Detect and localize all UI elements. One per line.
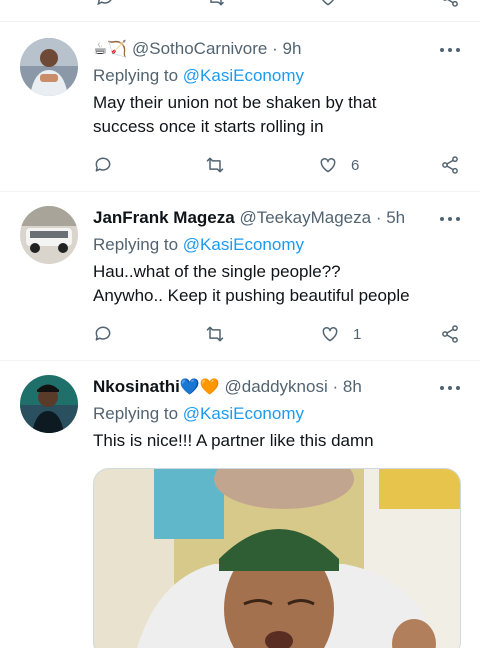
reply-icon[interactable] [95,0,115,13]
heart-icon [322,326,338,342]
separator: · [272,39,278,58]
tweet-text-line: This is nice!!! A partner like this damn [93,431,374,450]
replying-label: Replying to [93,66,179,85]
share-icon [442,325,458,343]
reply-button[interactable] [93,153,113,177]
avatar[interactable] [20,38,78,96]
avatar[interactable] [20,375,78,433]
user-handle[interactable]: @SothoCarnivore [132,39,267,58]
tweet-text-line: Hau..what of the single people?? [93,262,341,281]
speech-bubble-icon [95,326,111,341]
retweet-button[interactable] [205,153,225,177]
name-emojis: 💙🧡 [179,379,220,396]
separator: · [332,377,339,396]
tweet-text-line: May their union not be shaken by that [93,93,377,112]
share-button[interactable] [440,153,460,177]
replying-to: Replying to @KasiEconomy [93,64,304,88]
tweet[interactable]: ☕🏹 @SothoCarnivore · 9h Replying to @Kas… [0,22,480,192]
previous-tweet-actions [0,0,480,22]
share-icon [442,156,458,174]
timestamp[interactable]: 9h [283,39,302,58]
replying-to: Replying to @KasiEconomy [93,233,304,257]
like-count: 6 [351,156,360,174]
retweet-icon [206,326,224,342]
timestamp[interactable]: 5h [386,208,405,227]
mention-link[interactable]: @KasiEconomy [183,66,304,85]
heart-icon[interactable] [318,0,338,13]
like-button[interactable]: 1 [320,322,361,346]
more-dots-icon[interactable] [440,208,460,228]
tweet-text: May their union not be shaken by that su… [93,91,463,139]
like-count: 1 [353,325,362,343]
user-handle[interactable]: @TeekayMageza [239,208,371,227]
speech-bubble-icon [95,157,111,172]
timestamp[interactable]: 8h [343,377,362,396]
tweet-media-image[interactable] [93,468,461,648]
share-icon[interactable] [440,0,460,13]
reply-button[interactable] [93,322,113,346]
avatar[interactable] [20,206,78,264]
display-name[interactable]: Nkosinathi [93,377,180,396]
tweet-text: Hau..what of the single people?? Anywho.… [93,260,463,308]
user-emojis: ☕🏹 [93,41,128,58]
tweet-actions: 1 [93,322,463,346]
tweet-text-line: Anywho.. Keep it pushing beautiful peopl… [93,286,410,305]
heart-icon [320,157,336,173]
mention-link[interactable]: @KasiEconomy [183,404,304,423]
retweet-button[interactable] [205,322,225,346]
tweet-header: Nkosinathi💙🧡 @daddyknosi · 8h [93,375,464,399]
tweet-actions: 6 [93,153,463,177]
replying-label: Replying to [93,235,179,254]
tweet-text: This is nice!!! A partner like this damn [93,429,463,453]
more-dots-icon[interactable] [440,39,460,59]
retweet-icon [206,157,224,173]
like-button[interactable]: 6 [318,153,359,177]
share-button[interactable] [440,322,460,346]
display-name[interactable]: JanFrank Mageza [93,208,235,227]
mention-link[interactable]: @KasiEconomy [183,235,304,254]
tweet[interactable]: JanFrank Mageza @TeekayMageza · 5h Reply… [0,192,480,361]
separator: · [375,208,382,227]
tweet-header: ☕🏹 @SothoCarnivore · 9h [93,37,464,61]
replying-to: Replying to @KasiEconomy [93,402,304,426]
replying-label: Replying to [93,404,179,423]
retweet-icon[interactable] [206,0,226,13]
tweet-text-line: success once it starts rolling in [93,117,324,136]
more-dots-icon[interactable] [440,377,460,397]
user-handle[interactable]: @daddyknosi [224,377,327,396]
tweet-header: JanFrank Mageza @TeekayMageza · 5h [93,206,464,230]
